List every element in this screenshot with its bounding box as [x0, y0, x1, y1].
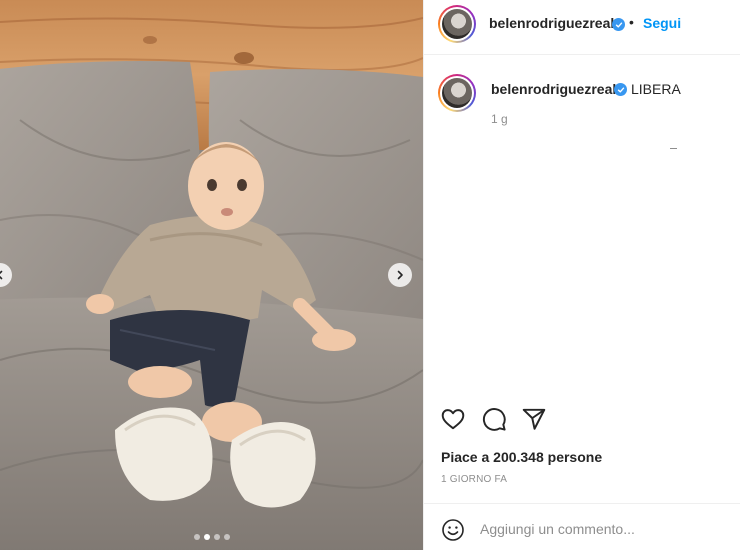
post-image	[0, 0, 423, 550]
author-username[interactable]: belenrodriguezreal	[489, 15, 614, 31]
post-header: belenrodriguezreal • Segui	[424, 0, 740, 55]
carousel-indicator	[0, 534, 423, 540]
avatar-image	[442, 9, 472, 39]
carousel-dot	[213, 534, 220, 540]
comment-bubble-icon	[482, 408, 506, 431]
caption-timestamp[interactable]: 1 g	[491, 112, 508, 126]
separator-dot: •	[629, 14, 634, 30]
caption-text: LIBERA	[631, 81, 681, 97]
comment-input[interactable]	[480, 518, 720, 540]
comment-composer	[424, 503, 740, 550]
post-details-panel: belenrodriguezreal • Segui belenrodrigue…	[423, 0, 740, 550]
carousel-dot-active	[203, 534, 210, 540]
caption-author-avatar[interactable]	[438, 74, 476, 112]
heart-icon	[441, 409, 465, 430]
post-photo[interactable]	[0, 0, 423, 550]
chevron-left-icon	[0, 270, 3, 280]
post-date[interactable]: 1 GIORNO FA	[441, 474, 507, 485]
carousel-dot	[193, 534, 200, 540]
emoji-button[interactable]	[441, 518, 465, 542]
paper-plane-icon	[522, 408, 546, 430]
follow-button[interactable]: Segui	[643, 15, 681, 31]
carousel-dot	[223, 534, 230, 540]
likes-count[interactable]: Piace a 200.348 persone	[441, 449, 602, 465]
like-button[interactable]	[440, 406, 466, 432]
verified-badge-icon	[614, 83, 627, 96]
action-bar	[424, 406, 740, 432]
divider-mark	[670, 148, 677, 149]
emoji-smiley-icon	[442, 519, 464, 541]
avatar-image	[442, 78, 472, 108]
share-button[interactable]	[521, 406, 547, 432]
comment-button[interactable]	[481, 406, 507, 432]
caption: belenrodriguezreal LIBERA 1 g	[424, 72, 740, 132]
caption-username[interactable]: belenrodriguezreal	[491, 81, 616, 97]
author-avatar[interactable]	[438, 5, 476, 43]
chevron-right-icon	[397, 270, 403, 280]
next-photo-button[interactable]	[388, 263, 412, 287]
verified-badge-icon	[612, 18, 625, 31]
